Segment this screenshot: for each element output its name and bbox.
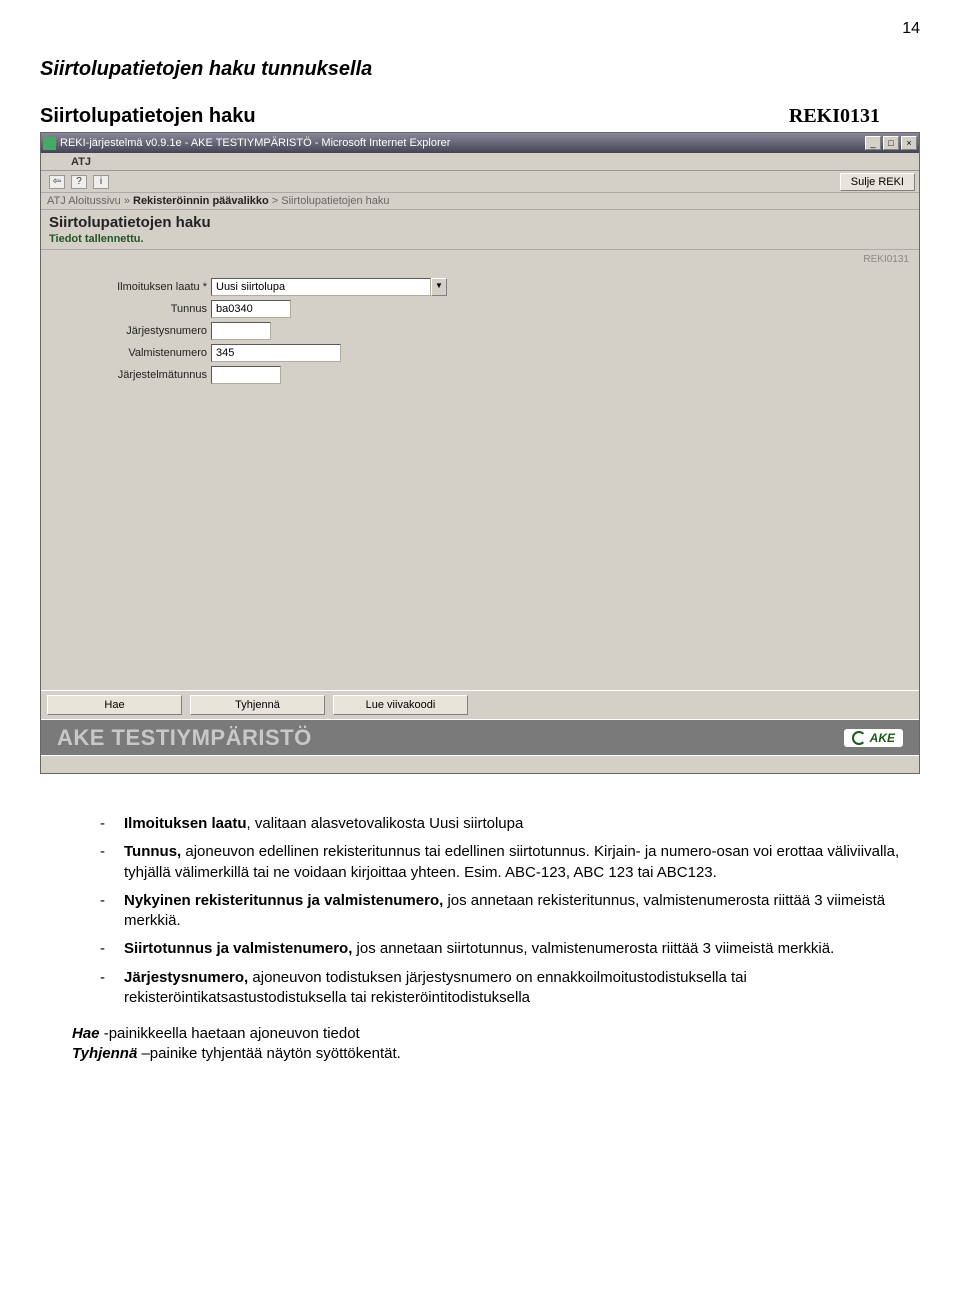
titlebar: REKI-järjestelmä v0.9.1e - AKE TESTIYMPÄ… — [41, 133, 919, 153]
para2-bi: Tyhjennä — [72, 1045, 137, 1062]
label-jarjestelmatunnus: Järjestelmätunnus — [41, 369, 211, 381]
list-item: - Tunnus, ajoneuvon edellinen rekisterit… — [100, 842, 920, 883]
app-window: REKI-järjestelmä v0.9.1e - AKE TESTIYMPÄ… — [40, 132, 920, 774]
b1-bold: Ilmoituksen laatu — [124, 815, 247, 832]
ake-logo: AKE — [844, 729, 903, 747]
close-button[interactable]: × — [901, 136, 917, 150]
b4-text: jos annetaan siirtotunnus, valmistenumer… — [352, 940, 834, 957]
label-ilmoituksen-laatu: Ilmoituksen laatu * — [41, 281, 211, 293]
dropdown-ilmoituksen-laatu[interactable]: Uusi siirtolupa — [211, 278, 431, 296]
label-valmistenumero: Valmistenumero — [41, 347, 211, 359]
input-tunnus[interactable]: ba0340 — [211, 300, 291, 318]
env-text: AKE TESTIYMPÄRISTÖ — [57, 725, 312, 751]
window-icon — [43, 137, 56, 150]
dash-icon: - — [100, 891, 124, 932]
body-para-1: Hae -painikkeella haetaan ajoneuvon tied… — [40, 1024, 920, 1065]
b5-bold: Järjestysnumero, — [124, 969, 248, 986]
para1-rest: -painikkeella haetaan ajoneuvon tiedot — [100, 1025, 360, 1042]
heading-main: Siirtolupatietojen haku tunnuksella — [40, 58, 920, 81]
back-icon[interactable]: ⇦ — [49, 175, 65, 189]
input-jarjestysnumero[interactable] — [211, 322, 271, 340]
list-item: - Nykyinen rekisteritunnus ja valmistenu… — [100, 891, 920, 932]
b2-bold: Tunnus, — [124, 843, 181, 860]
para1-bi: Hae — [72, 1025, 100, 1042]
content-area: REKI0131 Ilmoituksen laatu * Uusi siirto… — [41, 250, 919, 690]
ake-logo-text: AKE — [870, 731, 895, 745]
b3-bold: Nykyinen rekisteritunnus ja valmistenume… — [124, 892, 443, 909]
form-code: REKI0131 — [863, 254, 909, 265]
para2-rest: –painike tyhjentää näytön syöttökentät. — [137, 1045, 401, 1062]
subheading-row: Siirtolupatietojen haku REKI0131 — [40, 105, 920, 128]
close-reki-button[interactable]: Sulje REKI — [840, 173, 915, 191]
crumb-end: > Siirtolupatietojen haku — [269, 195, 390, 207]
lue-viivakoodi-button[interactable]: Lue viivakoodi — [333, 695, 468, 715]
subheading-label: Siirtolupatietojen haku — [40, 105, 256, 128]
hae-button[interactable]: Hae — [47, 695, 182, 715]
dash-icon: - — [100, 814, 124, 834]
minimize-button[interactable]: _ — [865, 136, 881, 150]
label-jarjestysnumero: Järjestysnumero — [41, 325, 211, 337]
env-banner: AKE TESTIYMPÄRISTÖ AKE — [41, 719, 919, 755]
tyhjenna-button[interactable]: Tyhjennä — [190, 695, 325, 715]
list-item: - Järjestysnumero, ajoneuvon todistuksen… — [100, 968, 920, 1009]
label-tunnus: Tunnus — [41, 303, 211, 315]
dash-icon: - — [100, 939, 124, 959]
bottom-buttons: Hae Tyhjennä Lue viivakoodi — [41, 690, 919, 719]
ake-logo-icon — [852, 731, 866, 745]
help-icon[interactable]: ? — [71, 175, 87, 189]
list-item: - Siirtotunnus ja valmistenumero, jos an… — [100, 939, 920, 959]
subheading-code: REKI0131 — [789, 105, 880, 128]
chevron-down-icon[interactable]: ▼ — [431, 278, 447, 296]
info-icon[interactable]: i — [93, 175, 109, 189]
statusbar — [41, 755, 919, 773]
list-item: - Ilmoituksen laatu, valitaan alasvetova… — [100, 814, 920, 834]
b4-bold: Siirtotunnus ja valmistenumero, — [124, 940, 352, 957]
body-list: - Ilmoituksen laatu, valitaan alasvetova… — [40, 814, 920, 1008]
toolbar-row: ⇦ ? i Sulje REKI — [41, 171, 919, 193]
input-jarjestelmatunnus[interactable] — [211, 366, 281, 384]
window-title: REKI-järjestelmä v0.9.1e - AKE TESTIYMPÄ… — [60, 137, 450, 149]
b2-text: ajoneuvon edellinen rekisteritunnus tai … — [124, 843, 899, 880]
breadcrumb: ATJ Aloitussivu » Rekisteröinnin päävali… — [41, 193, 919, 210]
page-number: 14 — [40, 20, 920, 38]
atj-strip: ATJ — [41, 153, 919, 171]
crumb-bold[interactable]: Rekisteröinnin päävalikko — [133, 195, 269, 207]
page-title: Siirtolupatietojen haku — [41, 210, 919, 233]
crumb-start[interactable]: ATJ Aloitussivu » — [47, 195, 133, 207]
input-valmistenumero[interactable]: 345 — [211, 344, 341, 362]
status-text: Tiedot tallennettu. — [41, 233, 919, 250]
dash-icon: - — [100, 968, 124, 1009]
b1-text: , valitaan alasvetovalikosta Uusi siirto… — [247, 815, 524, 832]
dash-icon: - — [100, 842, 124, 883]
maximize-button[interactable]: □ — [883, 136, 899, 150]
